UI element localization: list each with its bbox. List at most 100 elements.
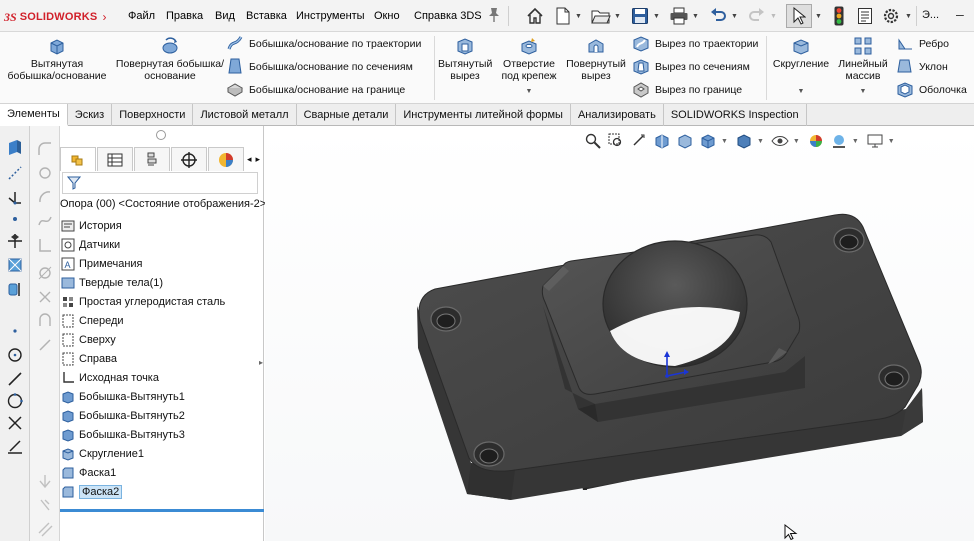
chevron-down-icon[interactable]: ▼ bbox=[905, 13, 912, 20]
tree-item-sensors[interactable]: Датчики bbox=[60, 235, 120, 254]
tree-item-boss-extrude-3[interactable]: Бобышка-Вытянуть3 bbox=[60, 425, 185, 444]
trim-icon[interactable] bbox=[4, 412, 26, 434]
loft-boss-button[interactable]: Бобышка/основание по сечениям bbox=[226, 57, 413, 77]
boundary-cut-button[interactable]: Вырез по границе bbox=[632, 80, 742, 100]
chevron-down-icon[interactable]: ▼ bbox=[653, 13, 660, 20]
menu-file[interactable]: Файл bbox=[128, 10, 155, 22]
hole-wizard-button[interactable]: Отверстие под крепеж ▼ bbox=[496, 36, 562, 98]
minimize-icon[interactable]: – bbox=[956, 6, 964, 22]
shell-button[interactable]: Оболочка bbox=[896, 80, 967, 100]
point-icon[interactable] bbox=[4, 208, 26, 230]
fillet-button[interactable]: Скругление ▼ bbox=[770, 36, 832, 98]
sketch-icon[interactable] bbox=[4, 136, 26, 158]
part-root-node[interactable]: Опора (00) <Состояние отображения-2> bbox=[60, 198, 266, 210]
property-manager-tab-icon[interactable] bbox=[97, 147, 133, 171]
menu-edit[interactable]: Правка bbox=[166, 10, 203, 22]
part-model-support-bracket[interactable] bbox=[265, 126, 974, 541]
tab-weldments[interactable]: Сварные детали bbox=[297, 104, 397, 126]
tree-item-history[interactable]: История bbox=[60, 216, 122, 235]
chevron-right-icon[interactable]: › bbox=[102, 10, 106, 24]
rib-button[interactable]: Ребро bbox=[896, 34, 949, 54]
dimxpert-tab-icon[interactable] bbox=[171, 147, 207, 171]
chevron-down-icon[interactable]: ▼ bbox=[815, 13, 822, 20]
save-icon[interactable] bbox=[627, 4, 653, 28]
panel-collapse-handle[interactable] bbox=[156, 130, 166, 140]
menu-view[interactable]: Вид bbox=[215, 10, 235, 22]
convert-entities-icon[interactable] bbox=[4, 436, 26, 458]
menu-help[interactable]: Справка 3DS bbox=[414, 10, 482, 22]
swept-cut-button[interactable]: Вырез по траектории bbox=[632, 34, 758, 54]
coordinate-system-icon[interactable] bbox=[4, 186, 26, 208]
extrude-boss-button[interactable]: Вытянутая бобышка/основание bbox=[6, 36, 108, 82]
chevron-left-icon[interactable]: ◂ bbox=[247, 154, 252, 165]
lofted-cut-button[interactable]: Вырез по сечениям bbox=[632, 57, 750, 77]
tree-item-fillet-1[interactable]: Скругление1 bbox=[60, 444, 144, 463]
mate-reference-icon[interactable] bbox=[4, 230, 26, 252]
tab-mold-tools[interactable]: Инструменты литейной формы bbox=[396, 104, 571, 126]
solidworks-logo[interactable]: 3S SOLIDWORKS › bbox=[4, 8, 106, 26]
undo-icon[interactable] bbox=[705, 4, 731, 28]
chevron-down-icon[interactable]: ▼ bbox=[614, 13, 621, 20]
line-icon[interactable] bbox=[4, 368, 26, 390]
tree-item-front-plane[interactable]: Спереди bbox=[60, 311, 124, 330]
tab-solidworks-inspection[interactable]: SOLIDWORKS Inspection bbox=[664, 104, 807, 126]
pin-icon[interactable] bbox=[487, 7, 501, 26]
chevron-down-icon[interactable]: ▼ bbox=[692, 13, 699, 20]
file-properties-icon[interactable] bbox=[852, 4, 878, 28]
select-pointer-icon[interactable] bbox=[786, 4, 812, 28]
curves-icon[interactable] bbox=[4, 278, 26, 300]
menu-window[interactable]: Окно bbox=[374, 10, 400, 22]
tree-item-chamfer-2[interactable]: Фаска2 bbox=[60, 482, 123, 501]
boundary-boss-button[interactable]: Бобышка/основание на границе bbox=[226, 80, 405, 100]
open-folder-icon[interactable] bbox=[588, 4, 614, 28]
tree-item-boss-extrude-2[interactable]: Бобышка-Вытянуть2 bbox=[60, 406, 185, 425]
display-manager-tab-icon[interactable] bbox=[208, 147, 244, 171]
tree-item-top-plane[interactable]: Сверху bbox=[60, 330, 116, 349]
chevron-down-icon[interactable]: ▼ bbox=[770, 86, 832, 98]
instant3d-icon[interactable] bbox=[4, 254, 26, 276]
chevron-right-icon[interactable]: ▸ bbox=[256, 154, 261, 165]
tab-surfaces[interactable]: Поверхности bbox=[112, 104, 194, 126]
chevron-down-icon[interactable]: ▼ bbox=[834, 86, 892, 98]
print-icon[interactable] bbox=[666, 4, 692, 28]
linear-pattern-button[interactable]: Линейный массив ▼ bbox=[834, 36, 892, 98]
point-small-icon[interactable] bbox=[4, 320, 26, 342]
tree-item-boss-extrude-1[interactable]: Бобышка-Вытянуть1 bbox=[60, 387, 185, 406]
tree-item-right-plane[interactable]: Справа bbox=[60, 349, 117, 368]
draft-button[interactable]: Уклон bbox=[896, 57, 948, 77]
feature-filter-box[interactable] bbox=[62, 172, 258, 194]
solid-bodies-icon bbox=[60, 275, 76, 291]
polygon-icon[interactable] bbox=[4, 390, 26, 412]
home-icon[interactable] bbox=[522, 4, 548, 28]
rollback-bar[interactable] bbox=[60, 509, 264, 512]
tree-item-solid-bodies[interactable]: Твердые тела(1) bbox=[60, 273, 163, 292]
circle-icon[interactable] bbox=[4, 344, 26, 366]
rebuild-traffic-light-icon[interactable] bbox=[826, 4, 852, 28]
tree-item-annotations[interactable]: A Примечания bbox=[60, 254, 143, 273]
menu-tools[interactable]: Инструменты bbox=[296, 10, 365, 22]
gear-icon[interactable] bbox=[878, 4, 904, 28]
tree-item-origin[interactable]: Исходная точка bbox=[60, 368, 159, 387]
graphics-area[interactable]: ▼ ▼ ▼ ▼ ▼ bbox=[265, 126, 974, 541]
tab-evaluate[interactable]: Анализировать bbox=[571, 104, 664, 126]
extruded-cut-button[interactable]: Вытянутый вырез bbox=[438, 36, 492, 82]
search-commands-icon[interactable]: Э... bbox=[922, 9, 939, 21]
chevron-down-icon[interactable]: ▼ bbox=[575, 13, 582, 20]
revolve-boss-button[interactable]: Повернутая бобышка/основание bbox=[114, 36, 226, 82]
revolved-cut-button[interactable]: Повернутый вырез bbox=[564, 36, 628, 82]
chevron-down-icon[interactable]: ▼ bbox=[731, 13, 738, 20]
new-document-icon[interactable] bbox=[550, 4, 576, 28]
tab-sketch[interactable]: Эскиз bbox=[68, 104, 113, 126]
tab-features[interactable]: Элементы bbox=[0, 104, 68, 126]
panel-splitter-arrow-icon[interactable]: ▸ bbox=[259, 358, 263, 367]
tree-item-material[interactable]: Простая углеродистая сталь bbox=[60, 292, 225, 311]
configuration-manager-tab-icon[interactable] bbox=[134, 147, 170, 171]
sweep-boss-button[interactable]: Бобышка/основание по траектории bbox=[226, 34, 421, 54]
feature-tree-tab-icon[interactable] bbox=[60, 147, 96, 171]
tree-item-chamfer-1[interactable]: Фаска1 bbox=[60, 463, 116, 482]
offset-icon bbox=[34, 162, 56, 184]
line-dashed-icon[interactable] bbox=[4, 162, 26, 184]
menu-insert[interactable]: Вставка bbox=[246, 10, 287, 22]
tab-sheet-metal[interactable]: Листовой металл bbox=[193, 104, 297, 126]
chevron-down-icon[interactable]: ▼ bbox=[496, 86, 562, 98]
